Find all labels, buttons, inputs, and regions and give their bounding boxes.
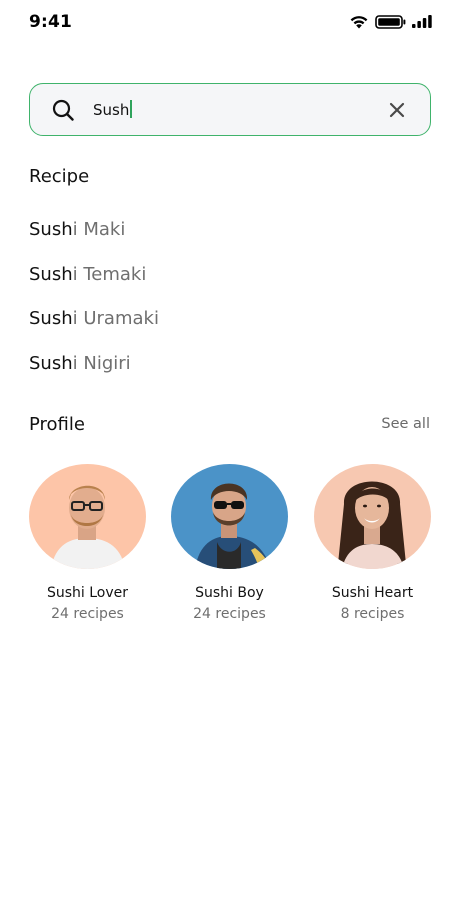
suggestion-match-text: Sush — [29, 219, 73, 240]
profile-recipe-count: 8 recipes — [340, 606, 405, 622]
suggestion-rest-text: i Temaki — [72, 263, 147, 285]
suggestion-match-text: Sush — [29, 308, 73, 329]
suggestion-match-text: Sush — [29, 352, 73, 374]
profile-recipe-count: 24 recipes — [51, 606, 124, 622]
suggestion-match-text: Sush — [29, 263, 73, 285]
battery-icon — [375, 14, 406, 29]
status-icons — [349, 14, 432, 29]
close-icon[interactable] — [388, 101, 406, 119]
text-caret — [130, 100, 132, 118]
profile-name: Sushi Boy — [195, 585, 264, 601]
recipe-section-title: Recipe — [29, 166, 90, 187]
recipe-suggestion-item[interactable]: Sushi Maki — [29, 218, 159, 263]
suggestion-rest-text: i Uramaki — [72, 308, 159, 329]
recipe-suggestion-item[interactable]: Sushi Uramaki — [29, 307, 159, 352]
profile-card[interactable]: Sushi Boy 24 recipes — [171, 464, 288, 622]
wifi-icon — [350, 16, 368, 29]
search-icon — [52, 99, 74, 121]
recipe-suggestion-item[interactable]: Sushi Temaki — [29, 263, 159, 308]
avatar[interactable] — [171, 464, 288, 569]
search-field[interactable]: Sush — [29, 83, 431, 136]
signal-icon — [412, 15, 432, 28]
see-all-link[interactable]: See all — [381, 416, 430, 432]
status-time: 9:41 — [29, 12, 73, 32]
search-input-value: Sush — [93, 101, 130, 119]
avatar[interactable] — [314, 464, 431, 569]
recipe-suggestion-list: Sushi Maki Sushi Temaki Sushi Uramaki Su… — [29, 218, 159, 396]
status-bar: 9:41 — [0, 0, 460, 46]
profile-recipe-count: 24 recipes — [193, 606, 266, 622]
profile-name: Sushi Heart — [331, 585, 414, 601]
profile-card[interactable]: Sushi Heart 8 recipes — [314, 464, 431, 622]
profile-section-title: Profile — [29, 414, 85, 435]
avatar[interactable] — [29, 464, 146, 569]
suggestion-rest-text: i Maki — [72, 219, 126, 240]
suggestion-rest-text: i Nigiri — [72, 352, 131, 374]
search-input[interactable]: Sush — [93, 100, 132, 119]
recipe-suggestion-item[interactable]: Sushi Nigiri — [29, 352, 159, 397]
profile-name: Sushi Lover — [46, 585, 129, 601]
profile-card[interactable]: Sushi Lover 24 recipes — [29, 464, 146, 622]
